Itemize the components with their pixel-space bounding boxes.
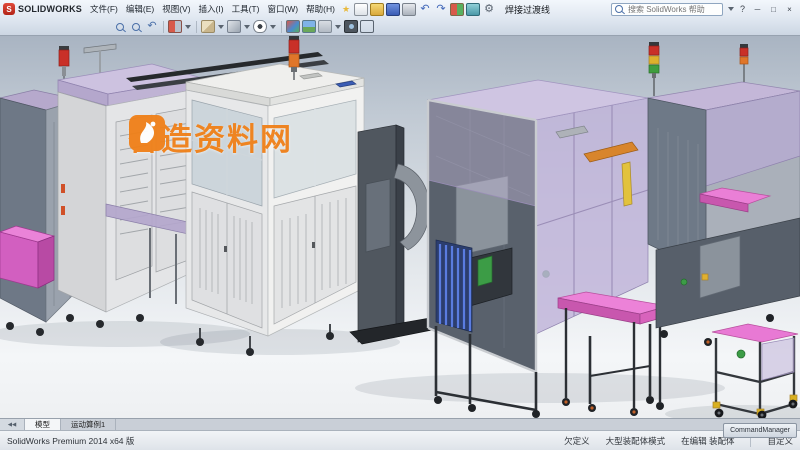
toolbar-separator (163, 21, 164, 33)
heads-up-view-toolbar: ↶ (0, 18, 800, 35)
machine-far-right[interactable] (648, 82, 800, 346)
print-icon[interactable] (402, 3, 416, 16)
menu-window[interactable]: 窗口(W) (263, 3, 302, 15)
edition-label: SolidWorks Premium 2014 x64 版 (7, 435, 134, 447)
search-options-caret-icon[interactable] (728, 7, 734, 11)
menu-insert[interactable]: 插入(I) (195, 3, 228, 15)
application-header: S SOLIDWORKS 文件(F) 编辑(E) 视图(V) 插入(I) 工具(… (0, 0, 800, 36)
redo-icon[interactable]: ↷ (434, 3, 448, 16)
solidworks-logo-text: SOLIDWORKS (18, 4, 82, 14)
section-view-icon[interactable] (168, 20, 182, 33)
toolbar-separator (281, 21, 282, 33)
menu-file[interactable]: 文件(F) (86, 3, 122, 15)
save-icon[interactable] (386, 3, 400, 16)
apply-scene-icon[interactable] (302, 20, 316, 33)
menu-view[interactable]: 视图(V) (158, 3, 194, 15)
restore-button[interactable]: □ (766, 3, 781, 15)
new-document-icon[interactable] (354, 3, 368, 16)
tab-model[interactable]: 模型 (25, 419, 61, 430)
document-title: 焊接过渡线 (505, 3, 550, 16)
rebuild-icon[interactable] (450, 3, 464, 16)
pin-menu-star-icon[interactable]: ★ (339, 4, 353, 15)
command-manager-caption[interactable]: CommandManager (723, 423, 797, 438)
menu-bar: S SOLIDWORKS 文件(F) 编辑(E) 视图(V) 插入(I) 工具(… (0, 0, 800, 18)
full-screen-icon[interactable] (360, 20, 374, 33)
help-search-box[interactable] (611, 3, 723, 16)
assembly-mode-label: 大型装配体模式 (606, 435, 666, 447)
hide-show-items-icon[interactable] (253, 20, 267, 33)
display-style-icon[interactable] (227, 20, 241, 33)
tab-motion-study[interactable]: 运动算例1 (61, 419, 116, 430)
view-orientation-icon[interactable] (201, 20, 215, 33)
view-settings-icon[interactable] (318, 20, 332, 33)
status-bar: SolidWorks Premium 2014 x64 版 欠定义 大型装配体模… (0, 430, 800, 450)
minimize-button[interactable]: ─ (750, 3, 765, 15)
cart-right-bottom[interactable] (712, 324, 798, 418)
dropdown-caret-icon[interactable] (270, 25, 276, 29)
magnifier-icon (132, 23, 140, 31)
machine-left[interactable] (58, 44, 202, 328)
magnifier-icon (116, 23, 124, 31)
previous-view-icon[interactable]: ↶ (145, 20, 159, 33)
tab-scroll-buttons[interactable]: ◀◀ (0, 419, 25, 430)
dropdown-caret-icon[interactable] (185, 25, 191, 29)
model-tab-bar: ◀◀ 模型 运动算例1 (0, 418, 800, 430)
dropdown-caret-icon[interactable] (218, 25, 224, 29)
solidworks-logo-icon: S (3, 3, 15, 15)
menu-help[interactable]: 帮助(H) (302, 3, 339, 15)
dropdown-caret-icon[interactable] (244, 25, 250, 29)
file-properties-icon[interactable] (466, 3, 480, 16)
menu-tools[interactable]: 工具(T) (228, 3, 264, 15)
dropdown-caret-icon[interactable] (335, 25, 341, 29)
camera-views-icon[interactable] (344, 20, 358, 33)
solidworks-logo: S SOLIDWORKS (3, 3, 82, 15)
menu-edit[interactable]: 编辑(E) (122, 3, 158, 15)
zoom-to-area-icon[interactable] (129, 20, 143, 33)
toolbar-separator (196, 21, 197, 33)
search-icon (615, 5, 623, 13)
graphics-viewport[interactable]: 智造资料网 (0, 36, 800, 418)
help-button[interactable]: ? (736, 3, 749, 15)
open-icon[interactable] (370, 3, 384, 16)
search-input[interactable] (626, 4, 719, 15)
options-icon[interactable]: ⚙ (482, 3, 496, 16)
undo-icon[interactable]: ↶ (418, 3, 432, 16)
machine-center-enclosure[interactable] (186, 64, 364, 356)
zoom-to-fit-icon[interactable] (113, 20, 127, 33)
assembly-model (0, 36, 800, 418)
machine-right-center[interactable] (428, 80, 648, 418)
constraint-state-label: 欠定义 (564, 435, 590, 447)
edit-appearance-icon[interactable] (286, 20, 300, 33)
close-button[interactable]: × (782, 3, 797, 15)
